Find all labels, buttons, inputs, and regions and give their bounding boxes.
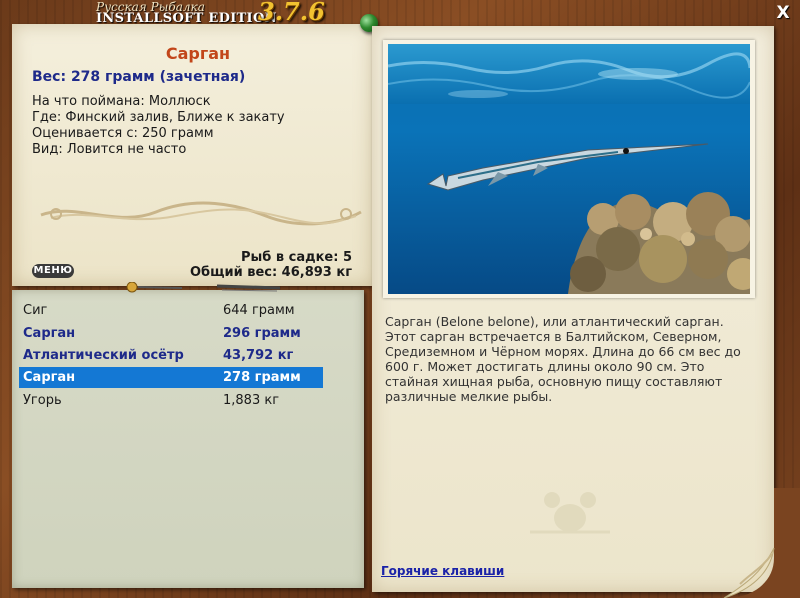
fish-count: Рыб в садке: 5 — [240, 250, 352, 265]
page-curl — [723, 488, 800, 598]
crab-watermark-icon — [530, 492, 610, 534]
rated-from: Оценивается с: 250 грамм — [32, 126, 214, 141]
close-icon[interactable]: X — [774, 4, 792, 22]
fish-description: Сарган (Belone belone), или атлантически… — [385, 314, 741, 404]
list-item-name: Угорь — [23, 393, 62, 408]
list-item[interactable]: Угорь 1,883 кг — [19, 390, 323, 411]
total-weight: Общий вес: 46,893 кг — [189, 265, 352, 280]
fish-name: Сарган — [165, 44, 231, 63]
caught-where: Где: Финский залив, Ближе к закату — [32, 110, 285, 125]
list-item-name: Сарган — [23, 370, 76, 385]
fish-info-panel: Сарган Вес: 278 грамм (зачетная) На что … — [12, 24, 372, 286]
fish-weight: Вес: 278 грамм (зачетная) — [32, 69, 246, 85]
version-label: 3.7.6 — [258, 0, 325, 26]
menu-button[interactable]: МЕНЮ — [32, 264, 74, 278]
list-item-selected[interactable]: Сарган 278 грамм — [19, 367, 323, 388]
caught-on: На что поймана: Моллюск — [32, 94, 211, 109]
list-item-weight: 296 грамм — [223, 326, 301, 341]
list-item[interactable]: Сарган 296 грамм — [19, 323, 323, 344]
fish-photo-image — [388, 44, 750, 294]
list-item-name: Сиг — [23, 303, 48, 318]
list-item[interactable]: Сиг 644 грамм — [19, 300, 323, 321]
fishing-rod-icon — [126, 282, 281, 293]
list-item-weight: 43,792 кг — [223, 348, 294, 363]
rarity: Вид: Ловится не часто — [32, 142, 187, 157]
list-item[interactable]: Атлантический осётр 43,792 кг — [19, 345, 323, 366]
list-item-name: Сарган — [23, 326, 76, 341]
fish-details: На что поймана: Моллюск Где: Финский зал… — [32, 94, 285, 158]
list-item-weight: 1,883 кг — [223, 393, 280, 408]
hotkeys-link[interactable]: Горячие клавиши — [381, 564, 504, 578]
list-item-name: Атлантический осётр — [23, 348, 184, 363]
fish-photo — [388, 44, 750, 294]
ornament-divider — [40, 201, 362, 226]
keepnet-stats: Рыб в садке: 5 Общий вес: 46,893 кг — [190, 250, 352, 280]
catch-list: Сиг 644 грамм Сарган 296 грамм Атлантиче… — [12, 290, 364, 588]
list-item-weight: 278 грамм — [223, 370, 301, 385]
list-item-weight: 644 грамм — [223, 303, 295, 318]
